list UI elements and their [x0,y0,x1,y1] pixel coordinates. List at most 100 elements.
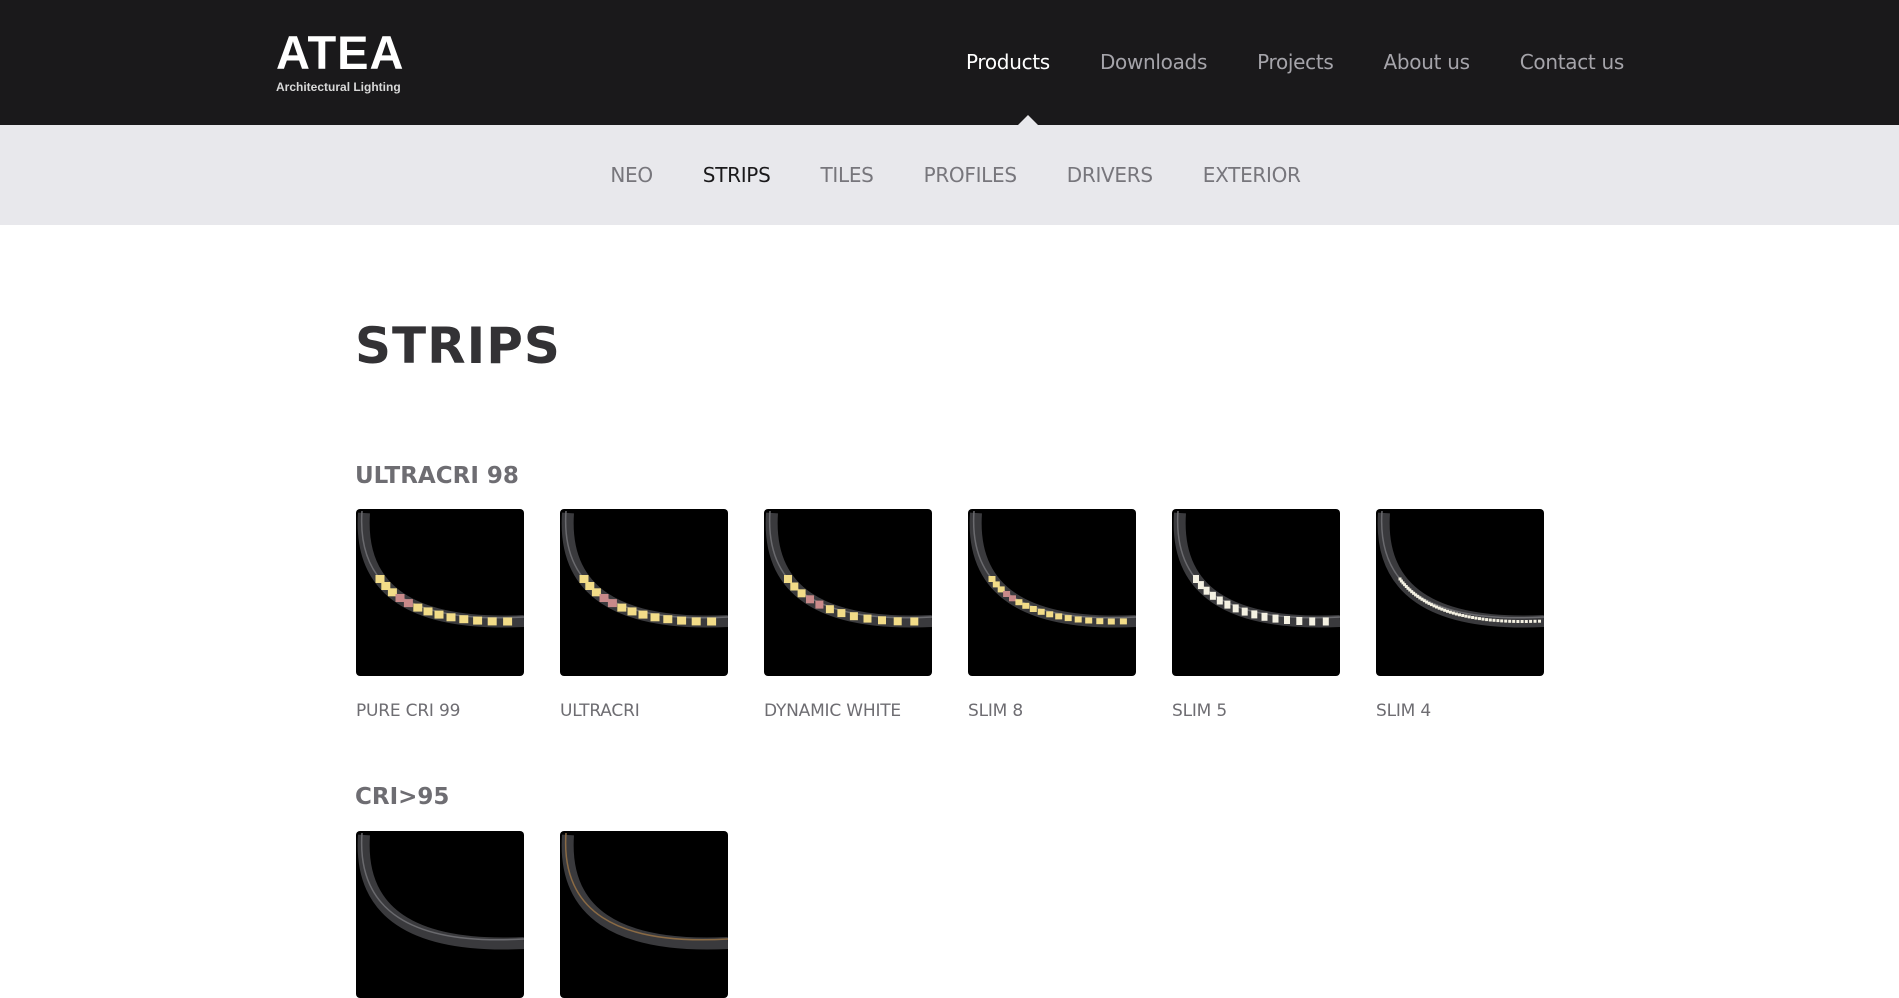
led-strip-image [357,510,524,628]
product-image [1172,509,1340,676]
led-chip [1209,591,1216,600]
led-chip [1296,617,1303,625]
led-chip [1488,618,1492,622]
product-card[interactable] [356,831,524,998]
product-name: DYNAMIC WHITE [764,701,901,721]
led-chip [1022,602,1030,609]
led-chip [988,576,996,582]
logo-wordmark: ATEA [276,26,405,79]
main-nav-projects[interactable]: Projects [1257,48,1334,78]
led-chip [1322,617,1329,626]
led-chip [1046,611,1054,618]
led-strip [357,512,524,628]
led-chip [1443,608,1447,612]
led-chip [413,603,423,612]
category-exterior[interactable]: EXTERIOR [1203,161,1301,189]
category-neo[interactable]: NEO [610,161,653,189]
led-strip [357,834,524,950]
led-chip [1309,617,1316,626]
main-nav: Products Downloads Projects About us Con… [966,48,1624,78]
led-chip [395,594,405,602]
led-chip [503,617,513,626]
led-strip-image [765,510,932,628]
product-name: SLIM 4 [1376,701,1431,721]
led-chip [446,613,456,622]
led-chip [1232,604,1239,613]
led-chip [1454,612,1458,616]
led-strip-image [969,510,1136,628]
led-strip-image [1377,510,1544,628]
main-nav-contact-us[interactable]: Contact us [1520,48,1625,78]
led-chip [1458,613,1461,617]
led-chip [893,617,902,626]
led-chip [1029,606,1037,612]
led-chip [1009,595,1016,602]
product-name: SLIM 8 [968,701,1023,721]
led-strip-image [561,832,728,950]
category-nav: NEO STRIPS TILES PROFILES DRIVERS EXTERI… [0,161,1899,189]
led-chip [617,603,627,612]
site-logo[interactable]: ATEA Architectural Lighting [276,28,426,96]
led-chip [878,616,886,625]
led-chip [1015,599,1023,606]
category-tiles[interactable]: TILES [820,161,873,189]
main-nav-products[interactable]: Products [966,48,1050,78]
led-strip-image [357,832,524,950]
led-chip [1272,614,1279,623]
logo-tagline: Architectural Lighting [276,80,401,94]
led-chip [910,617,919,626]
led-chip [423,607,433,616]
led-chip [375,575,385,583]
product-card-ultracri[interactable]: ULTRACRI [560,509,728,722]
led-strip-edge [564,510,728,619]
led-chip [1224,600,1231,609]
product-card-slim-5[interactable]: SLIM 5 [1172,509,1340,722]
led-chip [459,615,469,624]
product-image [968,509,1136,676]
led-chip [599,594,609,602]
led-chip [806,595,814,604]
led-chip [1492,618,1496,622]
product-card-pure-cri-99[interactable]: PURE CRI 99 [356,509,524,722]
led-chip [473,616,483,625]
led-chip [677,616,687,625]
led-chip [579,575,589,583]
led-strip-edge [564,832,728,941]
category-bar: NEO STRIPS TILES PROFILES DRIVERS EXTERI… [0,125,1899,225]
led-chip [1203,586,1210,595]
led-chip [1055,613,1063,620]
category-profiles[interactable]: PROFILES [924,161,1017,189]
led-chip [1500,619,1504,623]
led-chip [487,617,497,626]
product-card[interactable] [560,831,728,998]
product-image [356,831,524,998]
led-chip [1533,619,1537,623]
product-name: PURE CRI 99 [356,701,461,721]
led-chip [1478,617,1481,621]
led-strip [1173,512,1340,628]
led-chip [1474,616,1478,620]
product-card-slim-8[interactable]: SLIM 8 [968,509,1136,722]
main-nav-about-us[interactable]: About us [1384,48,1470,78]
led-chip [691,617,701,626]
main-nav-downloads[interactable]: Downloads [1100,48,1207,78]
led-chip [1107,618,1115,625]
led-chip [790,582,799,591]
product-card-slim-4[interactable]: SLIM 4 [1376,509,1544,722]
category-strips[interactable]: STRIPS [703,161,771,189]
product-card-dynamic-white[interactable]: DYNAMIC WHITE [764,509,932,722]
led-chip [1284,616,1290,624]
led-chip [1481,617,1485,621]
led-strip [561,512,728,628]
led-strip [561,834,728,950]
led-chip [784,575,792,583]
led-chip [663,615,673,624]
product-image [356,509,524,676]
site-header: ATEA Architectural Lighting Products Dow… [0,0,1899,125]
led-chip [1520,620,1524,623]
category-drivers[interactable]: DRIVERS [1067,161,1153,189]
led-chip [1435,605,1438,609]
led-chip [1064,615,1072,622]
led-chip [403,599,413,608]
product-image [764,509,932,676]
